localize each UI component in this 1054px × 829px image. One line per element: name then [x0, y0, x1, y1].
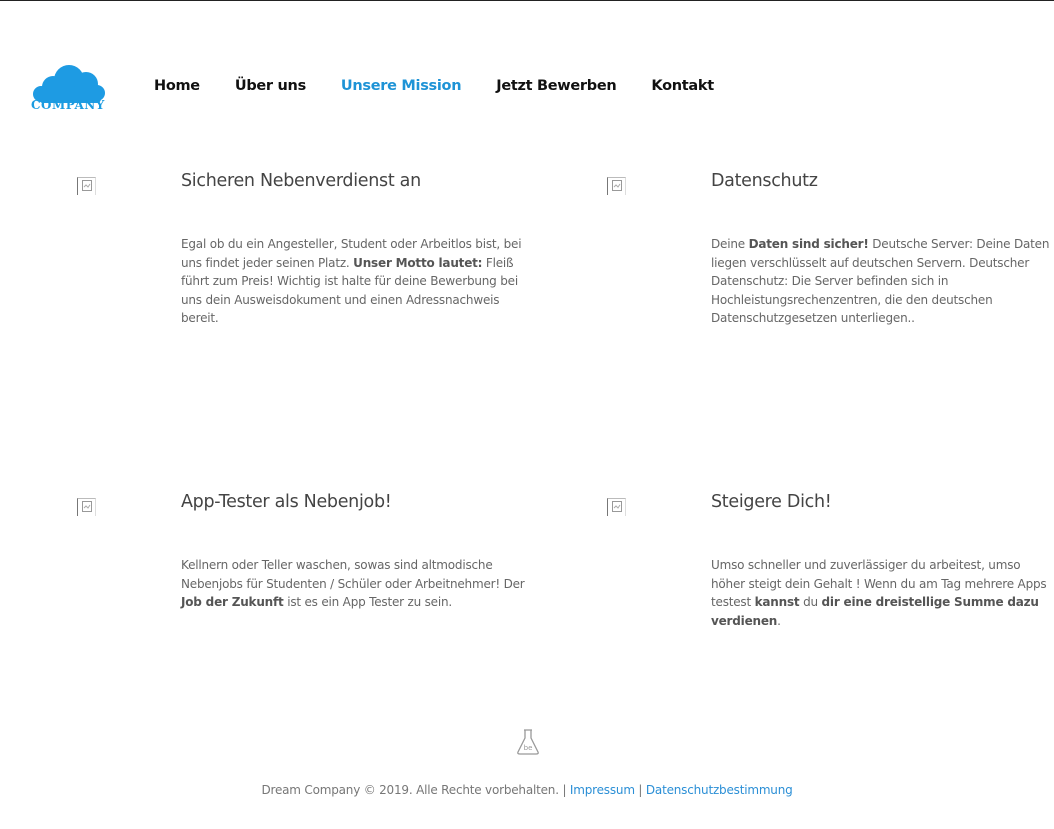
feature-text: Kellnern oder Teller waschen, sowas sind…	[181, 556, 526, 612]
footer: Dream Company © 2019. Alle Rechte vorbeh…	[0, 783, 1054, 797]
cloud-icon	[33, 65, 105, 103]
company-logo[interactable]: COMPANY	[31, 63, 107, 115]
nav-item-unsere-mission[interactable]: Unsere Mission	[341, 78, 462, 98]
broken-image-icon	[607, 177, 626, 195]
flask-be-icon: be	[515, 728, 541, 761]
broken-image-icon	[77, 498, 96, 516]
feature-text-bold: kannst	[754, 595, 800, 609]
feature-title: Steigere Dich!	[711, 492, 832, 512]
logo-text: COMPANY	[31, 98, 105, 112]
feature-text-segment: Kellnern oder Teller waschen, sowas sind…	[181, 558, 525, 591]
nav-item-home[interactable]: Home	[154, 78, 200, 98]
feature-text-segment: Deine	[711, 237, 749, 251]
feature-text: Egal ob du ein Angesteller, Student oder…	[181, 235, 526, 328]
feature-text-segment: du	[799, 595, 822, 609]
feature-text: Umso schneller und zuverlässiger du arbe…	[711, 556, 1053, 630]
footer-link-impressum[interactable]: Impressum	[570, 783, 635, 797]
footer-separator: |	[634, 783, 646, 797]
broken-image-icon	[607, 498, 626, 516]
feature-text: Deine Daten sind sicher! Deutsche Server…	[711, 235, 1053, 328]
nav-item-kontakt[interactable]: Kontakt	[651, 78, 714, 98]
broken-image-icon	[77, 177, 96, 195]
feature-title: Datenschutz	[711, 171, 818, 191]
footer-link-datenschutz[interactable]: Datenschutzbestimmung	[646, 783, 793, 797]
main-nav: Home Über uns Unsere Mission Jetzt Bewer…	[154, 78, 749, 98]
feature-text-bold: Daten sind sicher!	[748, 237, 869, 251]
feature-text-bold: Job der Zukunft	[181, 595, 284, 609]
nav-item-ueber-uns[interactable]: Über uns	[235, 78, 306, 98]
feature-text-bold: Unser Motto lautet:	[353, 255, 483, 270]
svg-text:be: be	[524, 744, 533, 752]
feature-text-segment: ist es ein App Tester zu sein.	[283, 595, 453, 609]
nav-item-jetzt-bewerben[interactable]: Jetzt Bewerben	[496, 78, 616, 98]
top-border	[0, 0, 1054, 1]
feature-title: App-Tester als Nebenjob!	[181, 492, 392, 512]
feature-title: Sicheren Nebenverdienst an	[181, 171, 421, 191]
footer-copyright: Dream Company © 2019. Alle Rechte vorbeh…	[261, 783, 570, 797]
feature-text-segment: .	[777, 613, 781, 628]
